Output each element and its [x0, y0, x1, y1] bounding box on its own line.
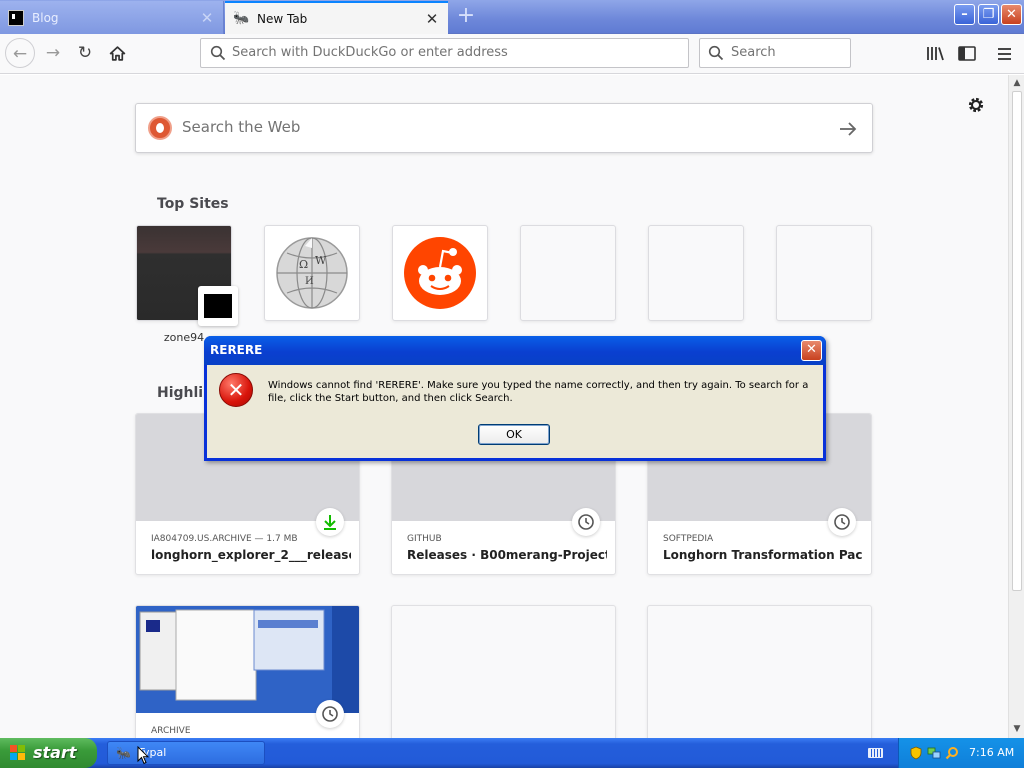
navigation-toolbar: ← → ↻	[0, 34, 1024, 74]
new-tab-plus-icon[interactable]: +	[452, 4, 480, 30]
taskbar-item-browser[interactable]: 🐜 Typal	[107, 741, 265, 765]
reload-button[interactable]: ↻	[70, 38, 100, 68]
tab-label: New Tab	[257, 11, 308, 26]
network-icon[interactable]	[927, 746, 941, 760]
home-button[interactable]	[102, 38, 132, 68]
address-bar[interactable]	[200, 38, 689, 68]
card-title: Longhorn Transformation Pack -...	[663, 548, 863, 562]
blog-favicon-icon	[8, 9, 24, 26]
address-input[interactable]	[232, 45, 682, 60]
keyboard-layout-icon[interactable]	[868, 748, 883, 758]
site-favicon	[198, 286, 238, 326]
hamburger-menu-icon[interactable]	[996, 44, 1016, 64]
close-tab-icon[interactable]: ✕	[199, 10, 215, 26]
search-icon	[708, 45, 724, 61]
search-tray-icon[interactable]	[945, 746, 959, 760]
top-site-tile[interactable]	[392, 225, 488, 321]
svg-text:W: W	[315, 254, 327, 267]
card-source: IA804709.US.ARCHIVE — 1.7 MB	[151, 534, 298, 544]
top-site-tile[interactable]	[136, 225, 238, 326]
error-icon: ✕	[219, 373, 253, 407]
clock-icon	[828, 508, 856, 536]
web-search-box[interactable]	[135, 103, 873, 153]
sidebar-toggle-icon[interactable]	[957, 44, 977, 64]
library-icon[interactable]	[925, 44, 945, 64]
scroll-up-arrow-icon[interactable]: ▲	[1011, 77, 1023, 89]
firefox-ant-favicon-icon: 🐜	[233, 10, 250, 26]
restore-button[interactable]: ❐	[978, 4, 999, 25]
card-source: SOFTPEDIA	[663, 534, 714, 544]
duckduckgo-logo-icon	[148, 116, 172, 140]
search-bar[interactable]	[699, 38, 851, 68]
close-window-button[interactable]: ✕	[1001, 4, 1022, 25]
system-tray: 7:16 AM	[898, 738, 1024, 768]
start-button[interactable]: start	[0, 738, 97, 768]
dialog-message: Windows cannot find 'RERERE'. Make sure …	[268, 380, 809, 404]
empty-top-site-slot[interactable]	[776, 225, 872, 321]
error-dialog: RERERE ✕ ✕ Windows cannot find 'RERERE'.…	[204, 336, 826, 461]
dialog-title-bar[interactable]: RERERE ✕	[204, 336, 826, 365]
empty-highlight-slot	[647, 605, 872, 738]
firefox-ant-favicon-icon: 🐜	[116, 746, 131, 760]
dialog-title: RERERE	[210, 343, 263, 357]
top-sites-heading: Top Sites	[157, 196, 229, 212]
card-title: Releases · B00merang-Project/...	[407, 548, 607, 562]
system-clock[interactable]: 7:16 AM	[969, 746, 1014, 759]
title-bar: Blog ✕ 🐜 New Tab ✕ + – ❐ ✕	[0, 0, 1024, 34]
mouse-cursor-icon	[137, 746, 149, 765]
tab-new-tab[interactable]: 🐜 New Tab ✕	[225, 1, 448, 34]
scroll-down-arrow-icon[interactable]: ▼	[1011, 723, 1023, 735]
home-icon	[109, 46, 125, 61]
start-label: start	[33, 743, 77, 762]
highlight-card[interactable]: ARCHIVE	[135, 605, 360, 738]
clock-icon	[316, 700, 344, 728]
card-source: GITHUB	[407, 534, 442, 544]
card-thumbnail	[136, 606, 359, 713]
card-source: ARCHIVE	[151, 726, 191, 736]
tab-blog[interactable]: Blog ✕	[0, 1, 224, 34]
windows-logo-icon	[10, 745, 27, 761]
empty-top-site-slot[interactable]	[520, 225, 616, 321]
longhorn-screenshot-thumbnail	[136, 606, 359, 713]
svg-text:Ω: Ω	[299, 258, 308, 271]
reddit-logo-icon	[404, 237, 476, 309]
security-shield-icon[interactable]	[909, 746, 923, 760]
web-search-input[interactable]	[182, 118, 822, 136]
empty-highlight-slot	[391, 605, 616, 738]
minimize-button[interactable]: –	[954, 4, 975, 25]
scroll-thumb[interactable]	[1012, 91, 1022, 591]
tab-label: Blog	[32, 10, 59, 25]
empty-top-site-slot[interactable]	[648, 225, 744, 321]
vertical-scrollbar[interactable]: ▲ ▼	[1008, 75, 1024, 738]
svg-text:И: И	[305, 276, 314, 287]
dialog-close-button[interactable]: ✕	[801, 340, 822, 361]
top-site-tile[interactable]: Ω W И	[264, 225, 360, 321]
clock-icon	[572, 508, 600, 536]
wikipedia-globe-icon: Ω W И	[276, 237, 348, 309]
forward-button[interactable]: →	[38, 38, 68, 68]
card-title: longhorn_explorer_2___released...	[151, 548, 351, 562]
gear-icon[interactable]	[966, 95, 986, 115]
download-icon	[316, 508, 344, 536]
ok-button[interactable]: OK	[478, 424, 550, 445]
highlights-heading: Highli	[157, 385, 204, 401]
search-icon	[210, 45, 226, 61]
arrow-right-icon[interactable]	[836, 117, 860, 141]
close-tab-icon[interactable]: ✕	[424, 11, 440, 27]
back-button[interactable]: ←	[5, 38, 35, 68]
search-input[interactable]	[731, 45, 846, 60]
